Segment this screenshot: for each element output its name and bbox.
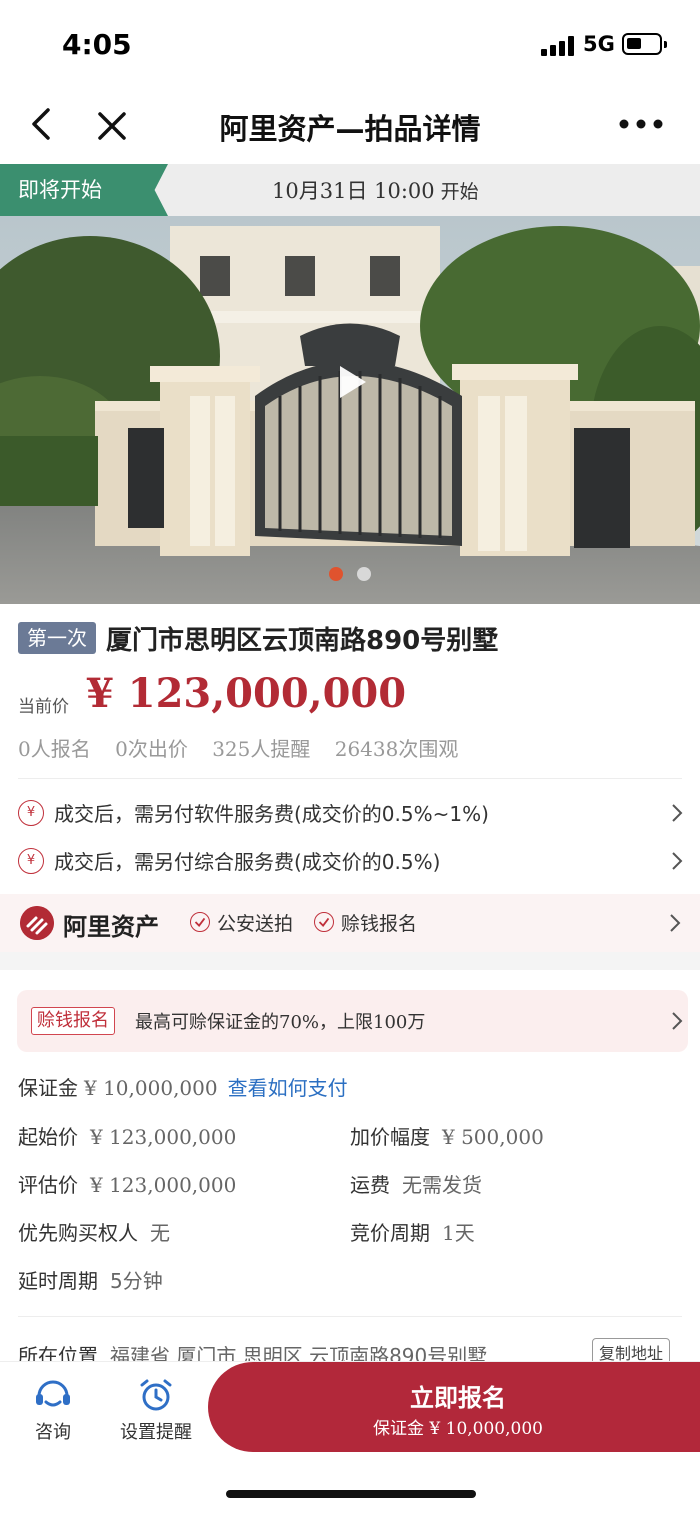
auction-start-time: 10月31日 10:00 开始 [272, 175, 479, 205]
network-label: 5G [583, 32, 615, 56]
page-title: 阿里资产—拍品详情 [219, 112, 481, 146]
start-time-suffix: 开始 [440, 181, 479, 203]
extension-row: 延时周期 5分钟 [18, 1265, 163, 1294]
shipping-row: 运费 无需发货 [350, 1169, 482, 1198]
price-label: 当前价 [18, 697, 69, 717]
signup-count: 0人报名 [18, 737, 91, 761]
signup-main-label: 立即报名 [410, 1384, 506, 1412]
headset-chat-icon [36, 1380, 70, 1407]
carousel-dot-active[interactable] [329, 567, 343, 581]
how-to-pay-link[interactable]: 查看如何支付 [228, 1076, 348, 1100]
auction-stats: 0人报名 0次出价 325人提醒 26438次围观 [18, 733, 476, 762]
start-price-value: ¥ 123,000,000 [90, 1125, 237, 1149]
start-price-label: 起始价 [18, 1125, 78, 1149]
divider [18, 778, 682, 779]
lot-title-row: 第一次 厦门市思明区云顶南路890号别墅 [18, 620, 688, 658]
fee-row-service[interactable]: ¥ 成交后，需另付综合服务费(成交价的0.5%) [18, 840, 684, 880]
play-video-icon[interactable] [334, 362, 370, 402]
reminder-label: 设置提醒 [120, 1422, 192, 1443]
deposit-value: ¥ 10,000,000 [84, 1076, 218, 1100]
bid-count: 0次出价 [115, 737, 188, 761]
ali-asset-logo-icon [20, 906, 54, 940]
auction-start-banner: 即将开始 10月31日 10:00 开始 [0, 164, 700, 216]
increment-value: ¥ 500,000 [442, 1125, 544, 1149]
signup-deposit-label: 保证金 ¥ 10,000,000 [373, 1419, 543, 1439]
consult-label: 咨询 [35, 1422, 71, 1443]
auction-state-tag: 即将开始 [0, 164, 168, 216]
extension-label: 延时周期 [18, 1269, 98, 1293]
badge-credit-signup: 赊钱报名 [341, 913, 418, 935]
price-value: ¥ 123,000,000 [86, 670, 407, 717]
check-circle-icon [190, 912, 210, 932]
property-photo[interactable] [0, 216, 700, 604]
bidding-period-row: 竞价周期 1天 [350, 1217, 475, 1246]
check-circle-icon [314, 912, 334, 932]
home-indicator [226, 1490, 476, 1498]
shipping-label: 运费 [350, 1173, 390, 1197]
priority-buyer-row: 优先购买权人无 [18, 1217, 170, 1246]
fee-text: 成交后，需另付综合服务费(成交价的0.5%) [54, 850, 441, 874]
chevron-right-icon [670, 914, 681, 932]
auction-round-badge: 第一次 [18, 622, 96, 654]
more-options-icon[interactable] [616, 114, 666, 134]
start-price-row: 起始价 ¥ 123,000,000 [18, 1121, 236, 1150]
signup-now-button[interactable]: 立即报名 保证金 ¥ 10,000,000 [208, 1362, 700, 1452]
battery-icon [622, 33, 667, 55]
badge-police: 公安送拍 [217, 913, 294, 935]
chevron-right-icon [672, 1012, 683, 1030]
start-time-value: 10月31日 10:00 [272, 179, 435, 203]
bidding-period-value: 1天 [442, 1221, 475, 1245]
appraisal-row: 评估价 ¥ 123,000,000 [18, 1169, 236, 1198]
section-gap [0, 952, 700, 970]
fee-text: 成交后，需另付软件服务费(成交价的0.5%~1%) [54, 802, 489, 826]
fee-row-software[interactable]: ¥ 成交后，需另付软件服务费(成交价的0.5%~1%) [18, 792, 684, 832]
yuan-icon: ¥ [18, 848, 44, 874]
brand-name: 阿里资产 [63, 913, 159, 941]
shipping-value: 无需发货 [402, 1173, 482, 1197]
alarm-clock-icon [140, 1379, 172, 1411]
priority-buyer-value: 无 [150, 1221, 170, 1245]
bidding-period-label: 竞价周期 [350, 1221, 430, 1245]
extension-value: 5分钟 [110, 1269, 163, 1293]
brand-guarantee-row[interactable]: 阿里资产 公安送拍 赊钱报名 [0, 894, 700, 952]
priority-buyer-label: 优先购买权人 [18, 1221, 138, 1245]
status-bar: 4:05 5G [0, 0, 700, 88]
increment-row: 加价幅度 ¥ 500,000 [350, 1121, 544, 1150]
credit-signup-promo[interactable]: 赊钱报名 最高可赊保证金的70%，上限100万 [17, 990, 688, 1052]
increment-label: 加价幅度 [350, 1125, 430, 1149]
signal-icon [541, 36, 575, 56]
promo-text: 最高可赊保证金的70%，上限100万 [135, 1012, 426, 1033]
carousel-indicator [0, 567, 700, 581]
yuan-icon: ¥ [18, 800, 44, 826]
view-count: 26438次围观 [334, 737, 459, 761]
deposit-row: 保证金 ¥ 10,000,000 查看如何支付 [18, 1072, 348, 1101]
appraisal-value: ¥ 123,000,000 [90, 1173, 237, 1197]
reminder-count: 325人提醒 [212, 737, 311, 761]
consult-button[interactable]: 咨询 [30, 1378, 76, 1444]
deposit-label: 保证金 [18, 1076, 78, 1100]
lot-title: 厦门市思明区云顶南路890号别墅 [106, 626, 499, 656]
bottom-action-bar: 咨询 设置提醒 立即报名 保证金 ¥ 10,000,000 [0, 1362, 700, 1514]
carousel-dot[interactable] [357, 567, 371, 581]
divider [18, 1316, 682, 1317]
status-time: 4:05 [62, 28, 132, 61]
chevron-right-icon [672, 852, 683, 870]
set-reminder-button[interactable]: 设置提醒 [116, 1378, 196, 1444]
nav-bar: 阿里资产—拍品详情 [0, 88, 700, 164]
promo-tag: 赊钱报名 [31, 1007, 115, 1035]
villa-gate-image [0, 216, 700, 604]
appraisal-label: 评估价 [18, 1173, 78, 1197]
chevron-right-icon [672, 804, 683, 822]
